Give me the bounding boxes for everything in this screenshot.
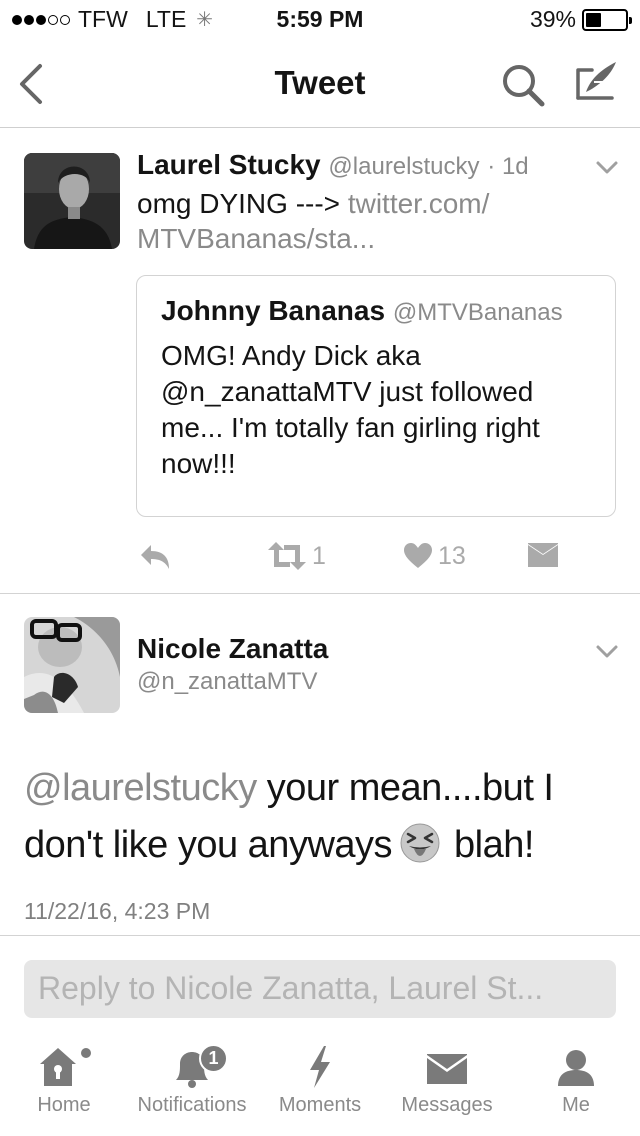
search-icon[interactable] xyxy=(500,62,546,108)
reply-button[interactable] xyxy=(139,540,171,572)
tab-me-label: Me xyxy=(562,1094,590,1116)
tab-moments[interactable]: Moments xyxy=(270,1044,370,1136)
avatar-nicole-zanatta[interactable] xyxy=(24,617,120,713)
reply-input[interactable]: Reply to Nicole Zanatta, Laurel St... xyxy=(24,960,616,1018)
tweet-age: · 1d xyxy=(487,153,529,180)
quoted-tweet-card[interactable]: Johnny Bananas @MTVBananas OMG! Andy Dic… xyxy=(136,275,616,517)
tab-home[interactable]: Home xyxy=(24,1044,104,1136)
retweet-count: 1 xyxy=(312,541,326,570)
author-name[interactable]: Laurel Stucky xyxy=(137,149,321,180)
reply-icon xyxy=(141,545,169,569)
battery-icon xyxy=(582,8,632,31)
heart-icon xyxy=(404,543,432,568)
tweet-body: omg DYING ---> xyxy=(137,188,341,219)
tab-notifications[interactable]: 1 Notifications xyxy=(126,1044,258,1136)
divider xyxy=(0,935,640,936)
envelope-icon xyxy=(528,543,558,567)
like-button[interactable]: 13 xyxy=(404,540,466,572)
battery-percent: 39% xyxy=(529,6,576,32)
squinting-tongue-emoji xyxy=(400,823,440,863)
retweet-icon xyxy=(268,542,306,570)
quoted-tweet-text: OMG! Andy Dick aka @n_zanattaMTV just fo… xyxy=(161,340,540,479)
envelope-icon xyxy=(427,1054,467,1084)
divider xyxy=(0,593,640,594)
avatar-laurel-stucky[interactable] xyxy=(24,153,120,249)
tab-messages-label: Messages xyxy=(401,1094,493,1116)
quoted-tweet-header: Johnny Bananas @MTVBananas xyxy=(161,295,563,327)
tab-home-label: Home xyxy=(37,1094,91,1116)
home-icon xyxy=(40,1048,91,1086)
person-icon xyxy=(558,1050,594,1086)
status-right: 39% xyxy=(529,6,632,33)
chevron-down-icon[interactable] xyxy=(595,160,619,176)
tab-me[interactable]: Me xyxy=(536,1044,616,1136)
chevron-down-icon[interactable] xyxy=(595,644,619,660)
author-handle[interactable]: @n_zanattaMTV xyxy=(137,668,317,696)
tab-notifications-label: Notifications xyxy=(137,1094,247,1116)
tweet-text: @laurelstucky your mean....but I don't l… xyxy=(24,760,614,874)
direct-message-button[interactable] xyxy=(528,540,558,572)
notification-badge: 1 xyxy=(199,1044,228,1073)
quoted-author-handle: @MTVBananas xyxy=(392,299,563,326)
quoted-author-name: Johnny Bananas xyxy=(161,295,386,326)
retweet-button[interactable]: 1 xyxy=(268,540,326,572)
author-name[interactable]: Nicole Zanatta xyxy=(137,633,328,665)
tweet-text: omg DYING ---> twitter.com/ MTVBananas/s… xyxy=(137,186,597,256)
lightning-icon xyxy=(310,1046,330,1088)
tweet-timestamp: 11/22/16, 4:23 PM xyxy=(24,898,211,924)
mention-link[interactable]: @laurelstucky xyxy=(24,767,257,809)
tweet-header: Laurel Stucky @laurelstucky · 1d xyxy=(137,149,529,181)
status-bar: TFW LTE ✳ 5:59 PM 39% xyxy=(0,0,640,40)
author-handle[interactable]: @laurelstucky xyxy=(328,153,479,180)
compose-icon[interactable] xyxy=(572,58,620,108)
tab-moments-label: Moments xyxy=(278,1094,362,1116)
nav-bar: Tweet xyxy=(0,40,640,128)
tweet-body-end: blah! xyxy=(454,824,534,866)
tab-messages[interactable]: Messages xyxy=(392,1044,502,1136)
like-count: 13 xyxy=(438,541,466,570)
